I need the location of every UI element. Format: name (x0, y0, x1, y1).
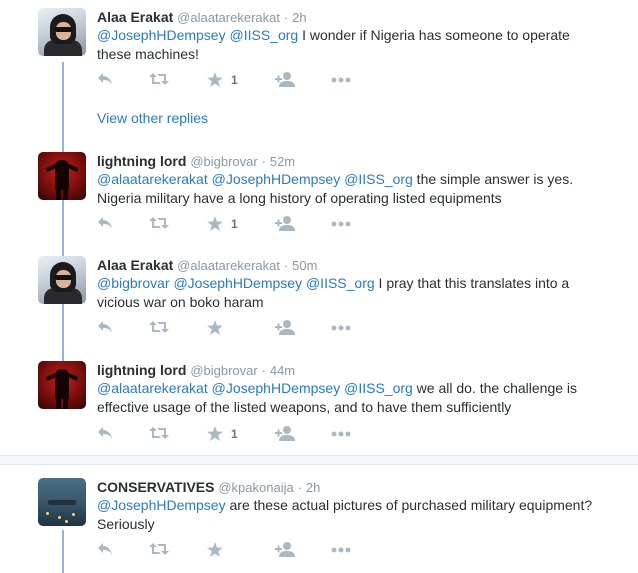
favorite-icon[interactable] (207, 542, 223, 558)
user-name[interactable]: lightning lord (97, 153, 186, 169)
follow-icon[interactable] (275, 320, 295, 336)
timestamp[interactable]: 50m (292, 258, 317, 273)
mention-link[interactable]: @IISS_org (344, 171, 413, 187)
conversation-separator (0, 455, 638, 465)
tweet-header: lightning lord @bigbrovar · 44m (97, 361, 295, 380)
separator-dot: · (297, 480, 302, 495)
tweet[interactable]: Alaa Erakat @alaatarekerakat · 2h @Josep… (0, 8, 638, 128)
user-name[interactable]: CONSERVATIVES (97, 479, 214, 495)
mention-link[interactable]: @JosephHDempsey (97, 27, 226, 43)
user-avatar[interactable] (38, 152, 86, 200)
retweet-icon[interactable] (149, 320, 169, 336)
retweet-icon[interactable] (149, 72, 169, 88)
tweet-actions: 1 (97, 426, 367, 442)
follow-icon[interactable] (275, 216, 295, 232)
favorite-icon[interactable] (207, 72, 223, 88)
reply-icon[interactable] (97, 320, 113, 336)
tweet-text: @alaatarekerakat @JosephHDempsey @IISS_o… (97, 170, 597, 208)
user-name[interactable]: lightning lord (97, 362, 186, 378)
user-handle[interactable]: @bigbrovar (190, 363, 257, 378)
tweet-text: @alaatarekerakat @JosephHDempsey @IISS_o… (97, 379, 597, 417)
tweet-actions (97, 320, 367, 336)
reply-icon[interactable] (97, 216, 113, 232)
timestamp[interactable]: 2h (292, 10, 306, 25)
more-icon[interactable] (331, 72, 351, 88)
follow-icon[interactable] (275, 542, 295, 558)
user-handle[interactable]: @kpakonaija (218, 480, 293, 495)
tweet-header: CONSERVATIVES @kpakonaija · 2h (97, 478, 320, 497)
user-handle[interactable]: @bigbrovar (190, 154, 257, 169)
reply-icon[interactable] (97, 72, 113, 88)
tweet-text: @JosephHDempsey @IISS_org I wonder if Ni… (97, 26, 597, 64)
separator-dot: · (283, 258, 289, 273)
retweet-icon[interactable] (149, 542, 169, 558)
mention-link[interactable]: @JosephHDempsey (212, 380, 341, 396)
more-icon[interactable] (331, 542, 351, 558)
user-avatar[interactable] (38, 8, 86, 56)
reply-icon[interactable] (97, 426, 113, 442)
tweet[interactable]: lightning lord @bigbrovar · 44m @alaatar… (0, 361, 638, 451)
mention-link[interactable]: @alaatarekerakat (97, 380, 208, 396)
mention-link[interactable]: @JosephHDempsey (97, 497, 226, 513)
retweet-icon[interactable] (149, 426, 169, 442)
timestamp[interactable]: 52m (270, 154, 295, 169)
mention-link[interactable]: @IISS_org (230, 27, 299, 43)
tweet[interactable]: Alaa Erakat @alaatarekerakat · 50m @bigb… (0, 256, 638, 346)
mention-link[interactable]: @IISS_org (306, 275, 375, 291)
more-icon[interactable] (331, 320, 351, 336)
follow-icon[interactable] (275, 72, 295, 88)
user-handle[interactable]: @alaatarekerakat (177, 10, 280, 25)
tweet[interactable]: CONSERVATIVES @kpakonaija · 2h @JosephHD… (0, 478, 638, 568)
reply-icon[interactable] (97, 542, 113, 558)
favorite-icon[interactable] (207, 320, 223, 336)
user-name[interactable]: Alaa Erakat (97, 257, 173, 273)
favorite-icon[interactable] (207, 216, 223, 232)
tweet-text: @bigbrovar @JosephHDempsey @IISS_org I p… (97, 274, 597, 312)
timestamp[interactable]: 44m (270, 363, 295, 378)
mention-link[interactable]: @alaatarekerakat (97, 171, 208, 187)
favorite-count: 1 (231, 217, 238, 231)
favorite-icon[interactable] (207, 426, 223, 442)
tweet[interactable]: lightning lord @bigbrovar · 52m @alaatar… (0, 152, 638, 242)
favorite-count: 1 (231, 73, 238, 87)
separator-dot: · (283, 10, 289, 25)
mention-link[interactable]: @IISS_org (344, 380, 413, 396)
user-name[interactable]: Alaa Erakat (97, 9, 173, 25)
user-handle[interactable]: @alaatarekerakat (177, 258, 280, 273)
retweet-icon[interactable] (149, 216, 169, 232)
more-icon[interactable] (331, 216, 351, 232)
favorite-count: 1 (231, 427, 238, 441)
tweet-header: Alaa Erakat @alaatarekerakat · 50m (97, 256, 317, 275)
mention-link[interactable]: @JosephHDempsey (212, 171, 341, 187)
tweet-actions (97, 542, 367, 558)
user-avatar[interactable] (38, 478, 86, 526)
separator-dot: · (261, 154, 266, 169)
view-other-replies-link[interactable]: View other replies (97, 110, 208, 126)
more-icon[interactable] (331, 426, 351, 442)
tweet-header: lightning lord @bigbrovar · 52m (97, 152, 295, 171)
tweet-actions: 1 (97, 72, 367, 88)
user-avatar[interactable] (38, 256, 86, 304)
mention-link[interactable]: @JosephHDempsey (173, 275, 302, 291)
tweet-header: Alaa Erakat @alaatarekerakat · 2h (97, 8, 307, 27)
user-avatar[interactable] (38, 361, 86, 409)
mention-link[interactable]: @bigbrovar (97, 275, 170, 291)
tweet-text: @JosephHDempsey are these actual picture… (97, 496, 597, 534)
separator-dot: · (261, 363, 266, 378)
tweet-actions: 1 (97, 216, 367, 232)
follow-icon[interactable] (275, 426, 295, 442)
timestamp[interactable]: 2h (306, 480, 320, 495)
